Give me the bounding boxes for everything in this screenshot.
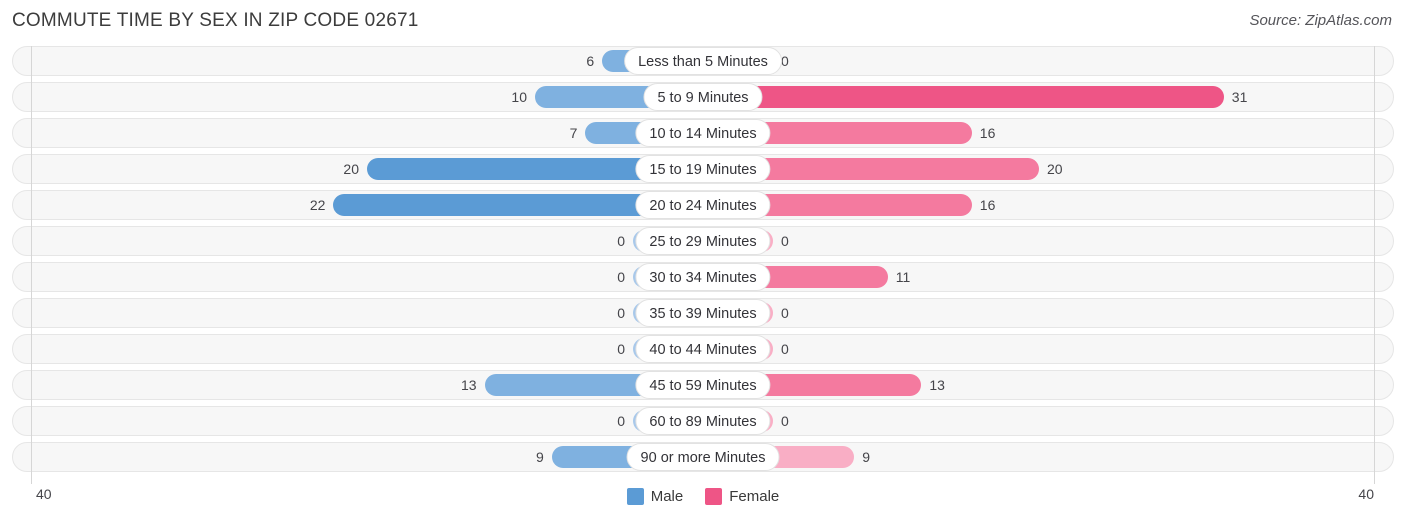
row-bars: 6 0 Less than 5 Minutes (0, 46, 1406, 76)
value-label-male: 0 (617, 341, 625, 357)
category-label: 35 to 39 Minutes (635, 299, 771, 327)
category-label: 20 to 24 Minutes (635, 191, 771, 219)
category-label: 60 to 89 Minutes (635, 407, 771, 435)
bar-row: 0 0 25 to 29 Minutes (0, 226, 1406, 256)
axis-line-right (1374, 46, 1375, 484)
legend-swatch-icon (626, 488, 644, 505)
bar-row: 0 0 40 to 44 Minutes (0, 334, 1406, 364)
value-label-male: 6 (586, 53, 595, 69)
category-label: 90 or more Minutes (626, 443, 780, 471)
legend-item[interactable]: Female (705, 488, 779, 505)
bar-row: 9 9 90 or more Minutes (0, 442, 1406, 472)
value-label-female: 0 (781, 233, 789, 249)
bar-row: 13 13 45 to 59 Minutes (0, 370, 1406, 400)
value-label-female: 20 (1047, 161, 1063, 177)
value-label-male: 7 (569, 125, 578, 141)
value-label-female: 11 (895, 269, 911, 285)
value-label-male: 0 (617, 305, 625, 321)
value-label-male: 0 (617, 269, 625, 285)
value-label-male: 13 (461, 377, 477, 393)
chart-header: COMMUTE TIME BY SEX IN ZIP CODE 02671 So… (0, 0, 1406, 44)
category-label: 45 to 59 Minutes (635, 371, 771, 399)
bar-row: 20 20 15 to 19 Minutes (0, 154, 1406, 184)
chart-legend: Male Female (0, 488, 1406, 505)
bar-row: 7 16 10 to 14 Minutes (0, 118, 1406, 148)
bar-row: 6 0 Less than 5 Minutes (0, 46, 1406, 76)
row-bars: 20 20 15 to 19 Minutes (0, 154, 1406, 184)
row-bars: 0 11 30 to 34 Minutes (0, 262, 1406, 292)
bar-female (703, 86, 1224, 108)
value-label-female: 16 (979, 125, 996, 141)
value-label-female: 0 (781, 413, 789, 429)
bar-row: 22 16 20 to 24 Minutes (0, 190, 1406, 220)
value-label-male: 22 (309, 197, 326, 213)
row-bars: 0 0 25 to 29 Minutes (0, 226, 1406, 256)
legend-item[interactable]: Male (626, 488, 684, 505)
bar-row: 10 31 5 to 9 Minutes (0, 82, 1406, 112)
category-label: 30 to 34 Minutes (635, 263, 771, 291)
chart-footer: 40 40 Male Female (0, 484, 1406, 523)
row-bars: 0 0 40 to 44 Minutes (0, 334, 1406, 364)
legend-label: Female (729, 488, 780, 505)
value-label-male: 20 (343, 161, 359, 177)
category-label: 10 to 14 Minutes (635, 119, 771, 147)
chart-page: COMMUTE TIME BY SEX IN ZIP CODE 02671 So… (0, 0, 1406, 523)
legend-label: Male (650, 488, 684, 505)
bar-row: 0 0 35 to 39 Minutes (0, 298, 1406, 328)
category-label: 15 to 19 Minutes (635, 155, 771, 183)
category-label: 25 to 29 Minutes (635, 227, 771, 255)
page-title: COMMUTE TIME BY SEX IN ZIP CODE 02671 (12, 10, 419, 31)
row-bars: 13 13 45 to 59 Minutes (0, 370, 1406, 400)
value-label-female: 9 (862, 449, 870, 465)
bar-rows: 6 0 Less than 5 Minutes 10 31 5 to 9 Minutes 7… (0, 46, 1406, 478)
value-label-female: 13 (929, 377, 945, 393)
legend-swatch-icon (705, 488, 723, 505)
value-label-female: 0 (781, 341, 789, 357)
chart-plot-area: 6 0 Less than 5 Minutes 10 31 5 to 9 Minutes 7… (0, 46, 1406, 484)
category-label: 40 to 44 Minutes (635, 335, 771, 363)
category-label: 5 to 9 Minutes (643, 83, 763, 111)
value-label-female: 0 (781, 305, 789, 321)
row-bars: 9 9 90 or more Minutes (0, 442, 1406, 472)
value-label-male: 0 (617, 413, 625, 429)
category-label: Less than 5 Minutes (624, 47, 782, 75)
value-label-male: 9 (536, 449, 544, 465)
value-label-female: 31 (1231, 89, 1248, 105)
value-label-female: 16 (979, 197, 996, 213)
row-bars: 0 0 35 to 39 Minutes (0, 298, 1406, 328)
source-attribution: Source: ZipAtlas.com (1249, 12, 1392, 29)
axis-line-left (31, 46, 32, 484)
value-label-male: 0 (617, 233, 625, 249)
row-bars: 0 0 60 to 89 Minutes (0, 406, 1406, 436)
row-bars: 7 16 10 to 14 Minutes (0, 118, 1406, 148)
bar-row: 0 11 30 to 34 Minutes (0, 262, 1406, 292)
row-bars: 22 16 20 to 24 Minutes (0, 190, 1406, 220)
bar-row: 0 0 60 to 89 Minutes (0, 406, 1406, 436)
value-label-female: 0 (781, 53, 789, 69)
row-bars: 10 31 5 to 9 Minutes (0, 82, 1406, 112)
value-label-male: 10 (511, 89, 527, 105)
